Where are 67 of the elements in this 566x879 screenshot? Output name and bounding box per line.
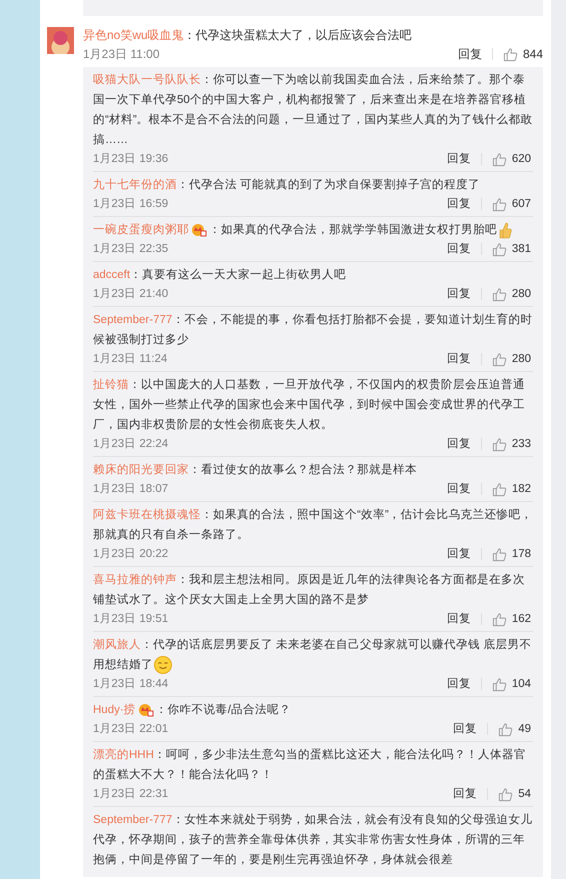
comment-text: 吸猫大队一号队队长：你可以查一下为啥以前我国卖血合法，后来给禁了。那个泰国一次下单代孕50个的中国大客户，机构都报警了，后来查出来是在培养器官移植的“材料”。根本不是合不合法的问题，一旦通过了，国内某些人真的为了钱什么都敢搞……	[93, 72, 533, 148]
like-button[interactable]: 381	[492, 240, 531, 258]
thumbs-up-icon	[492, 436, 507, 452]
timestamp: 1月23日 19:36	[93, 152, 168, 167]
thumbs-up-icon	[492, 482, 507, 496]
reply-link[interactable]: 回复	[453, 785, 478, 803]
reply-link[interactable]: 回复	[446, 435, 471, 453]
timestamp: 1月23日 22:35	[93, 242, 168, 257]
comment-text: September-777：不会，不能提的事，你看包括打胎都不会提，要知道计划生育的时候被强制打过多少	[93, 312, 533, 348]
like-button[interactable]: 104	[492, 675, 531, 693]
reply-link[interactable]: 回复	[446, 240, 471, 258]
thumbs-up-icon	[492, 286, 507, 302]
timestamp: 1月23日 19:51	[93, 612, 168, 627]
like-button[interactable]: 620	[492, 150, 531, 168]
like-button[interactable]: 178	[492, 545, 531, 563]
thumbs-up-icon	[498, 722, 514, 736]
thumbs-up-icon	[492, 242, 507, 256]
like-button[interactable]: 182	[492, 480, 531, 498]
timestamp: 1月23日 16:59	[93, 197, 168, 212]
thumbs-up-icon	[492, 546, 507, 562]
reply-link[interactable]: 回复	[446, 675, 471, 693]
comment-text: 喜马拉雅的钟声：我和层主想法相同。原因是近几年的法律舆论各方面都是在多次铺垫试水了。这个厌女大国走上全男大国的路不是梦	[93, 572, 526, 608]
like-button[interactable]: 280	[492, 285, 531, 303]
comment-text: 潮风旅人：代孕的话底层男要反了 未来老婆在自己父母家就可以赚代孕钱 底层男不用想结婚了	[93, 635, 533, 675]
like-button[interactable]: 233	[492, 435, 531, 453]
thumbs-up-icon	[492, 196, 507, 212]
timestamp: 1月23日 18:44	[93, 677, 168, 692]
comment-text: 异色no笑wu吸血鬼：代孕这块蛋糕太大了，以后应该会合法吧	[83, 27, 413, 44]
comment-text: 赖床的阳光要回家：看过使女的故事么？想合法？那就是样本	[93, 462, 418, 478]
comment-text: 九十七年份的酒：代孕合法 可能就真的到了为求自保要割掉子宫的程度了	[93, 177, 482, 193]
thumbs-up-icon	[498, 786, 514, 802]
comment-text: adcceft：真要有这么一天大家一起上街砍男人吧	[93, 267, 348, 283]
like-button[interactable]: 54	[498, 785, 531, 803]
timestamp: 1月23日 11:24	[93, 352, 168, 367]
timestamp: 1月23日 22:24	[93, 437, 168, 452]
avatar[interactable]	[47, 27, 74, 54]
thumbs-up-icon	[492, 352, 507, 366]
reply-link[interactable]: 回复	[446, 350, 471, 368]
reply-link[interactable]: 回复	[446, 150, 471, 168]
timestamp: 1月23日 21:40	[93, 287, 168, 302]
thumbs-up-icon	[492, 152, 507, 166]
timestamp: 1月23日 22:31	[93, 787, 168, 802]
like-button[interactable]: 607	[492, 195, 531, 213]
timestamp: 1月23日 22:01	[93, 722, 168, 737]
comment-text: Hudy·捞 ：你咋不说毒/品合法呢？	[93, 702, 292, 719]
thumbs-up-icon	[492, 612, 507, 626]
like-button[interactable]: 280	[492, 350, 531, 368]
reply-link[interactable]: 回复	[446, 285, 471, 303]
timestamp: 1月23日 11:00	[83, 46, 160, 63]
comment-text: 一碗皮蛋瘦肉粥耶 ：如果真的代孕合法，那就学学韩国激进女权打男胎吧	[93, 220, 533, 240]
reply-link[interactable]: 回复	[446, 610, 471, 628]
comment-text: September-777：女性本来就处于弱势，如果合法，就会有没有良知的父母强迫女儿代孕，怀孕期间，孩子的营养全靠母体供养，其实非常伤害女性身体，所谓的三年抱俩，中间是停留了一年的，要是刚生完再强迫怀孕，身体就会很差	[93, 812, 533, 868]
thumbs-up-icon	[492, 676, 507, 692]
reply-link[interactable]: 回复	[446, 195, 471, 213]
reply-link[interactable]: 回复	[458, 45, 482, 63]
timestamp: 1月23日 20:22	[93, 547, 168, 562]
thumbs-up-icon	[502, 46, 518, 62]
reply-link[interactable]: 回复	[446, 480, 471, 498]
reply-link[interactable]: 回复	[453, 720, 478, 738]
comment-text: 扯铃猫：以中国庞大的人口基数，一旦开放代孕，不仅国内的权贵阶层会压迫普通女性，国外一些禁止代孕的国家也会来中国代孕，到时候中国会变成世界的代孕工厂，国内非权贵阶层的女性会彻底丧失人权。	[93, 377, 526, 433]
reply-link[interactable]: 回复	[446, 545, 471, 563]
comment-text: 阿兹卡班在桃摄魂怪：如果真的合法，照中国这个“效率”，估计会比乌克兰还惨吧，那就真的只有自杀一条路了。	[93, 507, 533, 543]
like-button[interactable]: 162	[492, 610, 531, 628]
timestamp: 1月23日 18:07	[93, 482, 168, 497]
comment-text: 漂亮的HHH：呵呵，多少非法生意勾当的蛋糕比这还大，能合法化吗？！人体器官的蛋糕大不大？！能合法化吗？！	[93, 747, 527, 783]
like-button[interactable]: 49	[498, 720, 531, 738]
like-button[interactable]: 844	[502, 45, 543, 63]
